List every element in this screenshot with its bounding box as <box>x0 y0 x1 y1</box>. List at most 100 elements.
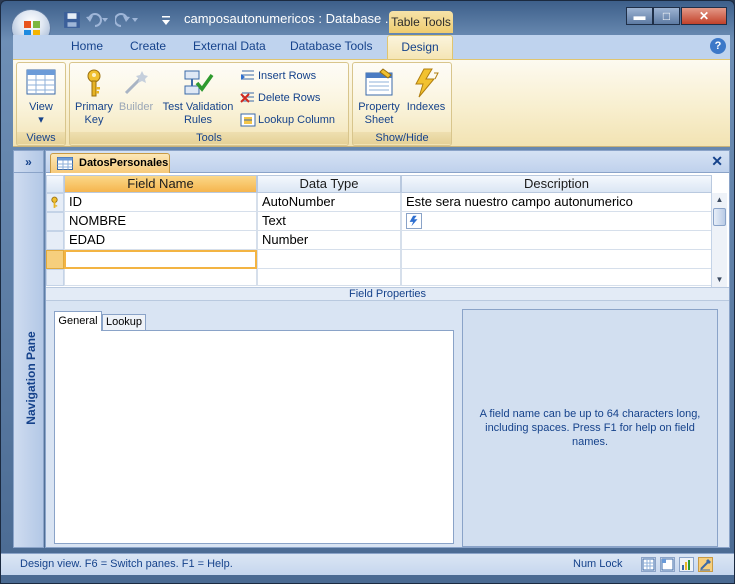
pivot-table-view-button[interactable] <box>660 557 675 572</box>
new-field-name-cell[interactable] <box>64 250 257 269</box>
scroll-down-arrow-icon[interactable]: ▼ <box>712 273 727 287</box>
tab-database-tools[interactable]: Database Tools <box>290 39 373 53</box>
insert-rows-button[interactable]: Insert Rows <box>240 67 316 85</box>
description-cell[interactable] <box>401 231 712 250</box>
group-views: View ▾ Views <box>16 62 66 146</box>
customize-qat-icon[interactable] <box>160 11 172 29</box>
delete-rows-icon <box>240 92 254 103</box>
tab-home[interactable]: Home <box>71 39 103 53</box>
window-title: camposautonumericos : Database ... <box>184 11 396 26</box>
vertical-scrollbar[interactable]: ▲ ▼ <box>711 193 727 287</box>
status-bar: Design view. F6 = Switch panes. F1 = Hel… <box>1 553 734 575</box>
indexes-button[interactable]: Indexes <box>403 67 449 114</box>
expand-nav-button[interactable]: » <box>14 151 43 173</box>
indexes-label: Indexes <box>406 101 446 113</box>
save-icon[interactable] <box>63 11 81 29</box>
tab-external-data[interactable]: External Data <box>193 39 266 53</box>
group-show-hide: Property Sheet Indexes Show/Hide <box>352 62 452 146</box>
field-grid: Field Name Data Type Description ID Auto… <box>46 173 729 287</box>
field-help-text: A field name can be up to 64 characters … <box>479 408 701 448</box>
table-tools-context-label: Table Tools <box>389 11 453 33</box>
row-selector[interactable] <box>46 269 64 286</box>
field-name-cell[interactable]: EDAD <box>64 231 257 250</box>
builder-button[interactable]: Builder <box>115 67 157 114</box>
description-cell[interactable] <box>401 212 712 231</box>
validation-check-icon <box>184 70 214 95</box>
field-properties-area: General Lookup A field name can be up to… <box>46 301 729 547</box>
row-selector[interactable] <box>46 250 64 269</box>
tab-general[interactable]: General <box>54 311 102 331</box>
property-sheet-icon <box>365 68 393 96</box>
primary-key-button[interactable]: Primary Key <box>73 67 115 127</box>
column-header-data-type[interactable]: Data Type <box>257 175 401 193</box>
datasheet-view-icon <box>642 558 655 571</box>
select-all-cell[interactable] <box>46 175 64 193</box>
dropdown-arrow-icon: ▾ <box>38 114 44 126</box>
lookup-column-icon <box>240 113 256 127</box>
primary-key-icon <box>51 196 58 208</box>
pivot-chart-icon <box>682 560 690 570</box>
property-sheet-label: Property Sheet <box>358 101 400 126</box>
scroll-thumb[interactable] <box>713 208 726 226</box>
column-header-field-name[interactable]: Field Name <box>64 175 257 193</box>
key-icon <box>87 69 101 97</box>
insert-rows-icon <box>241 70 254 81</box>
datasheet-view-button[interactable] <box>641 557 656 572</box>
datasheet-view-icon <box>26 69 56 95</box>
empty-cell[interactable] <box>401 269 712 286</box>
ribbon-tab-strip: Home Create External Data Database Tools <box>13 35 730 59</box>
pivot-table-icon <box>661 558 674 571</box>
view-button[interactable]: View ▾ <box>20 67 62 127</box>
document-tab[interactable]: DatosPersonales <box>50 153 170 173</box>
empty-cell[interactable] <box>257 269 401 286</box>
group-label-show-hide: Show/Hide <box>353 132 451 144</box>
field-name-cell[interactable]: NOMBRE <box>64 212 257 231</box>
tab-design[interactable]: Design <box>387 35 453 60</box>
builder-label: Builder <box>118 101 154 113</box>
description-cell[interactable]: Este sera nuestro campo autonumerico <box>401 193 712 212</box>
row-selector[interactable] <box>46 231 64 250</box>
row-selector[interactable] <box>46 193 64 212</box>
lookup-column-label: Lookup Column <box>258 114 336 126</box>
new-description-cell[interactable] <box>401 250 712 269</box>
group-label-views: Views <box>17 132 65 144</box>
table-icon <box>57 157 73 170</box>
data-type-cell[interactable]: Number <box>257 231 401 250</box>
field-name-cell[interactable]: ID <box>64 193 257 212</box>
property-update-options-icon[interactable] <box>406 213 422 229</box>
maximize-button[interactable]: □ <box>653 7 680 25</box>
navigation-pane[interactable]: » Navigation Pane <box>13 150 44 548</box>
design-view-icon <box>700 559 711 571</box>
data-type-cell[interactable]: Text <box>257 212 401 231</box>
ribbon: View ▾ Views Primary Key Builder Test Va… <box>13 59 730 147</box>
design-view-button[interactable] <box>698 557 713 572</box>
empty-cell[interactable] <box>64 269 257 286</box>
navigation-pane-label: Navigation Pane <box>24 331 38 425</box>
row-selector[interactable] <box>46 212 64 231</box>
table-design-view: DatosPersonales ✕ Field Name Data Type D… <box>45 150 730 548</box>
close-document-button[interactable]: ✕ <box>711 153 723 170</box>
data-type-cell[interactable]: AutoNumber <box>257 193 401 212</box>
insert-rows-label: Insert Rows <box>258 70 317 82</box>
test-validation-rules-button[interactable]: Test Validation Rules <box>158 67 238 127</box>
pivot-chart-view-button[interactable] <box>679 557 694 572</box>
property-sheet-button[interactable]: Property Sheet <box>356 67 402 127</box>
group-tools: Primary Key Builder Test Validation Rule… <box>69 62 349 146</box>
help-icon[interactable]: ? <box>710 38 726 54</box>
tab-lookup[interactable]: Lookup <box>102 314 146 331</box>
num-lock-indicator: Num Lock <box>573 558 623 570</box>
minimize-button[interactable]: ▬ <box>626 7 653 25</box>
test-validation-label: Test Validation Rules <box>162 101 234 126</box>
lookup-column-button[interactable]: Lookup Column <box>240 111 335 129</box>
delete-rows-button[interactable]: Delete Rows <box>240 89 320 107</box>
redo-icon[interactable] <box>115 11 139 29</box>
close-button[interactable]: ✕ <box>681 7 727 25</box>
indexes-lightning-icon <box>415 68 439 98</box>
scroll-up-arrow-icon[interactable]: ▲ <box>712 193 727 207</box>
property-list[interactable] <box>54 330 454 544</box>
column-header-description[interactable]: Description <box>401 175 712 193</box>
undo-icon[interactable] <box>85 11 109 29</box>
tab-create[interactable]: Create <box>130 39 166 53</box>
group-label-tools: Tools <box>70 132 348 144</box>
new-data-type-cell[interactable] <box>257 250 401 269</box>
